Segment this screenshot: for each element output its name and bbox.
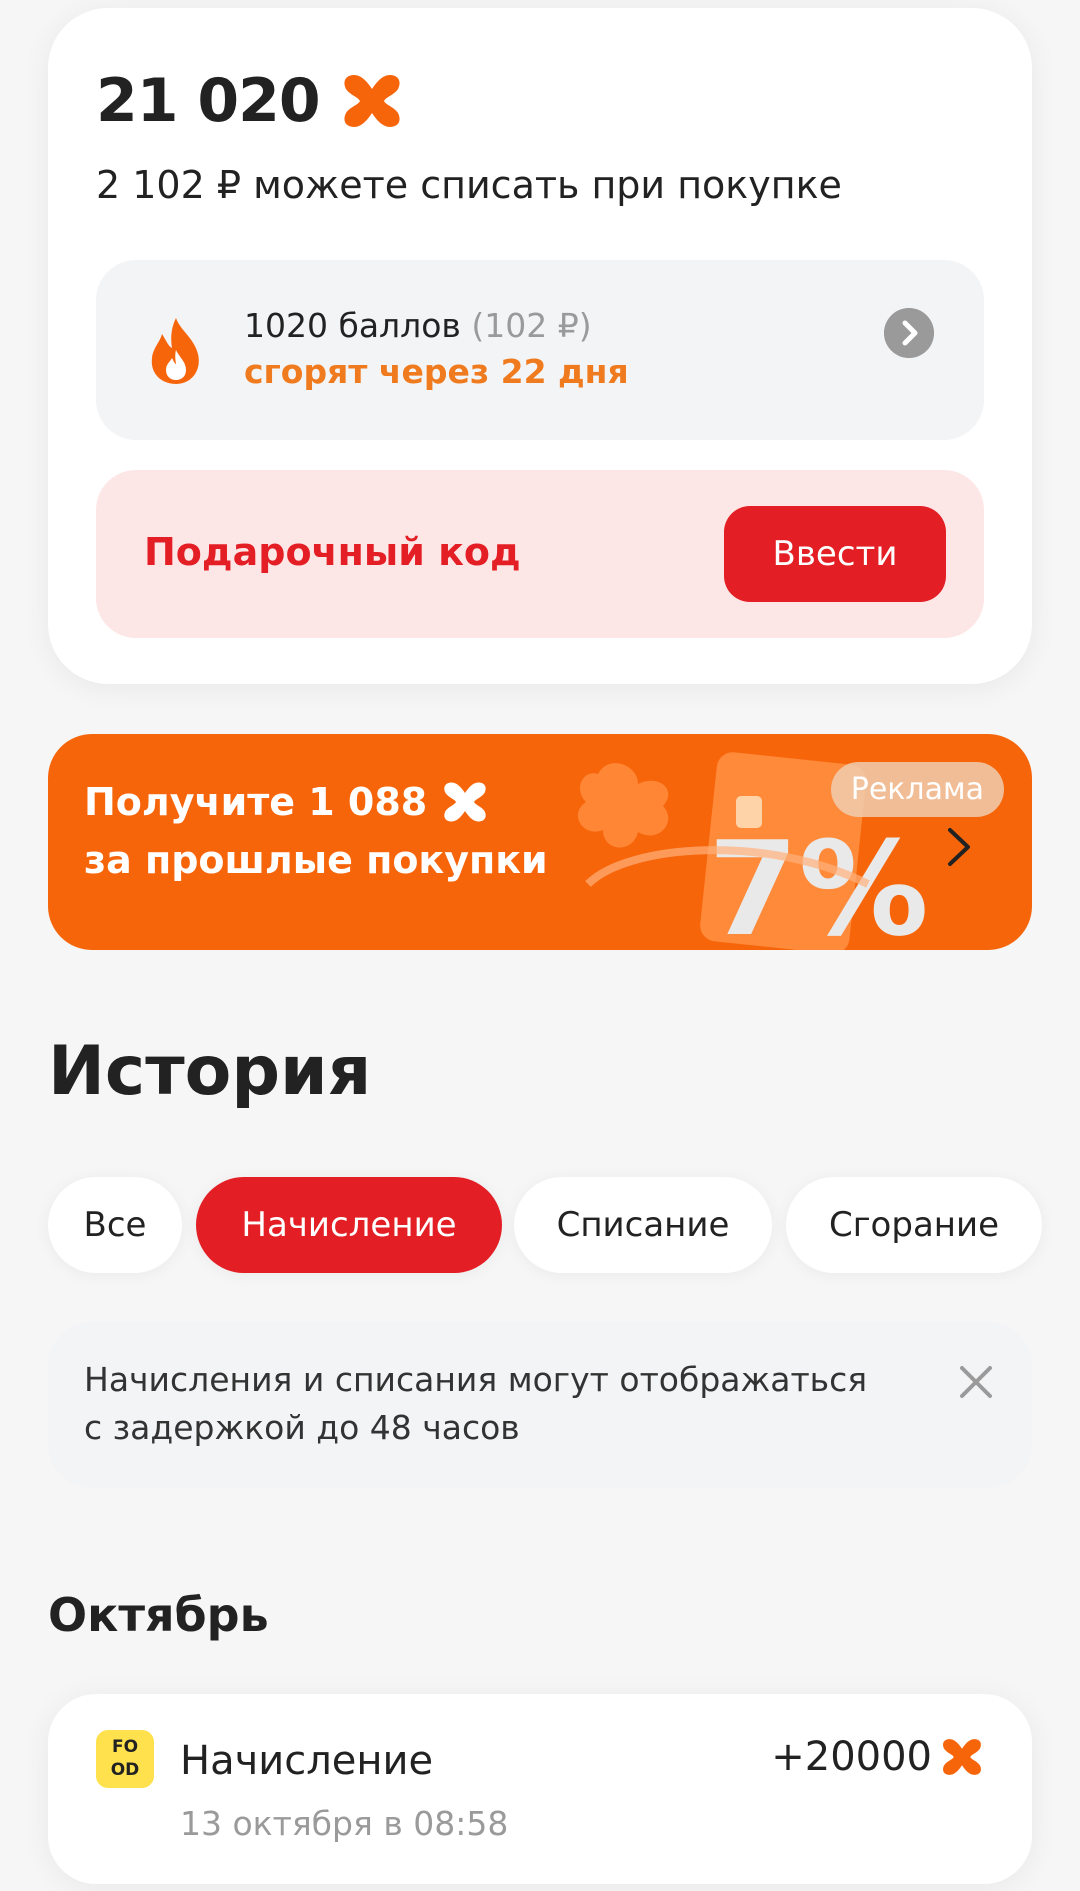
- history-title: История: [48, 1032, 372, 1111]
- points-x-icon: [943, 1739, 981, 1775]
- balance-row: 21 020: [96, 66, 404, 136]
- chevron-right-circle-icon[interactable]: [884, 308, 934, 358]
- expiring-points-rub: (102 ₽): [471, 306, 592, 345]
- food-logo-icon: FO OD: [96, 1730, 154, 1788]
- month-heading: Октябрь: [48, 1588, 269, 1642]
- balance-value: 21 020: [96, 66, 321, 136]
- filter-chip-writeoff[interactable]: Списание: [514, 1177, 772, 1273]
- filter-chip-all[interactable]: Все: [48, 1177, 182, 1273]
- balance-subtitle: 2 102 ₽ можете списать при покупке: [96, 163, 842, 207]
- delay-notice: Начисления и списания могут отображаться…: [48, 1322, 1032, 1488]
- promo-banner[interactable]: Получите 1 088 за прошлые покупки 7% Рек…: [48, 734, 1032, 950]
- promo-line1-text: Получите 1 088: [84, 780, 428, 824]
- points-x-icon: [444, 782, 486, 822]
- expiring-points-amount: 1020 баллов: [244, 306, 461, 345]
- close-icon[interactable]: [956, 1362, 996, 1402]
- gift-code-label: Подарочный код: [144, 530, 521, 574]
- expiring-points-deadline: сгорят через 22 дня: [244, 352, 629, 391]
- filter-chip-accrual[interactable]: Начисление: [196, 1177, 502, 1273]
- gift-code-section: Подарочный код Ввести: [96, 470, 984, 638]
- expiring-points-text: 1020 баллов (102 ₽): [244, 306, 592, 345]
- transaction-amount: +20000: [771, 1734, 932, 1780]
- promo-line2: за прошлые покупки: [84, 838, 548, 882]
- transaction-title: Начисление: [180, 1738, 434, 1784]
- promo-line1: Получите 1 088: [84, 778, 489, 826]
- balance-card: 21 020 2 102 ₽ можете списать при покупк…: [48, 8, 1032, 684]
- transaction-row[interactable]: FO OD Начисление 13 октября в 08:58 +200…: [48, 1694, 1032, 1884]
- promo-art-text: 7%: [708, 813, 928, 950]
- transaction-date: 13 октября в 08:58: [180, 1804, 509, 1843]
- flame-icon: [151, 318, 199, 384]
- enter-gift-code-button[interactable]: Ввести: [724, 506, 946, 602]
- page: 21 020 2 102 ₽ можете списать при покупк…: [0, 0, 1080, 1891]
- chevron-right-icon: [948, 828, 970, 866]
- delay-notice-text: Начисления и списания могут отображаться…: [84, 1360, 868, 1447]
- transaction-amount-row: +20000: [771, 1734, 984, 1780]
- expiring-points-row[interactable]: 1020 баллов (102 ₽) сгорят через 22 дня: [96, 260, 984, 440]
- logo-text-top: FO: [111, 1737, 139, 1757]
- points-x-icon: [344, 75, 400, 127]
- ad-badge: Реклама: [830, 762, 1004, 817]
- filter-chip-expiry[interactable]: Сгорание: [786, 1177, 1042, 1273]
- logo-text-bottom: OD: [110, 1760, 140, 1780]
